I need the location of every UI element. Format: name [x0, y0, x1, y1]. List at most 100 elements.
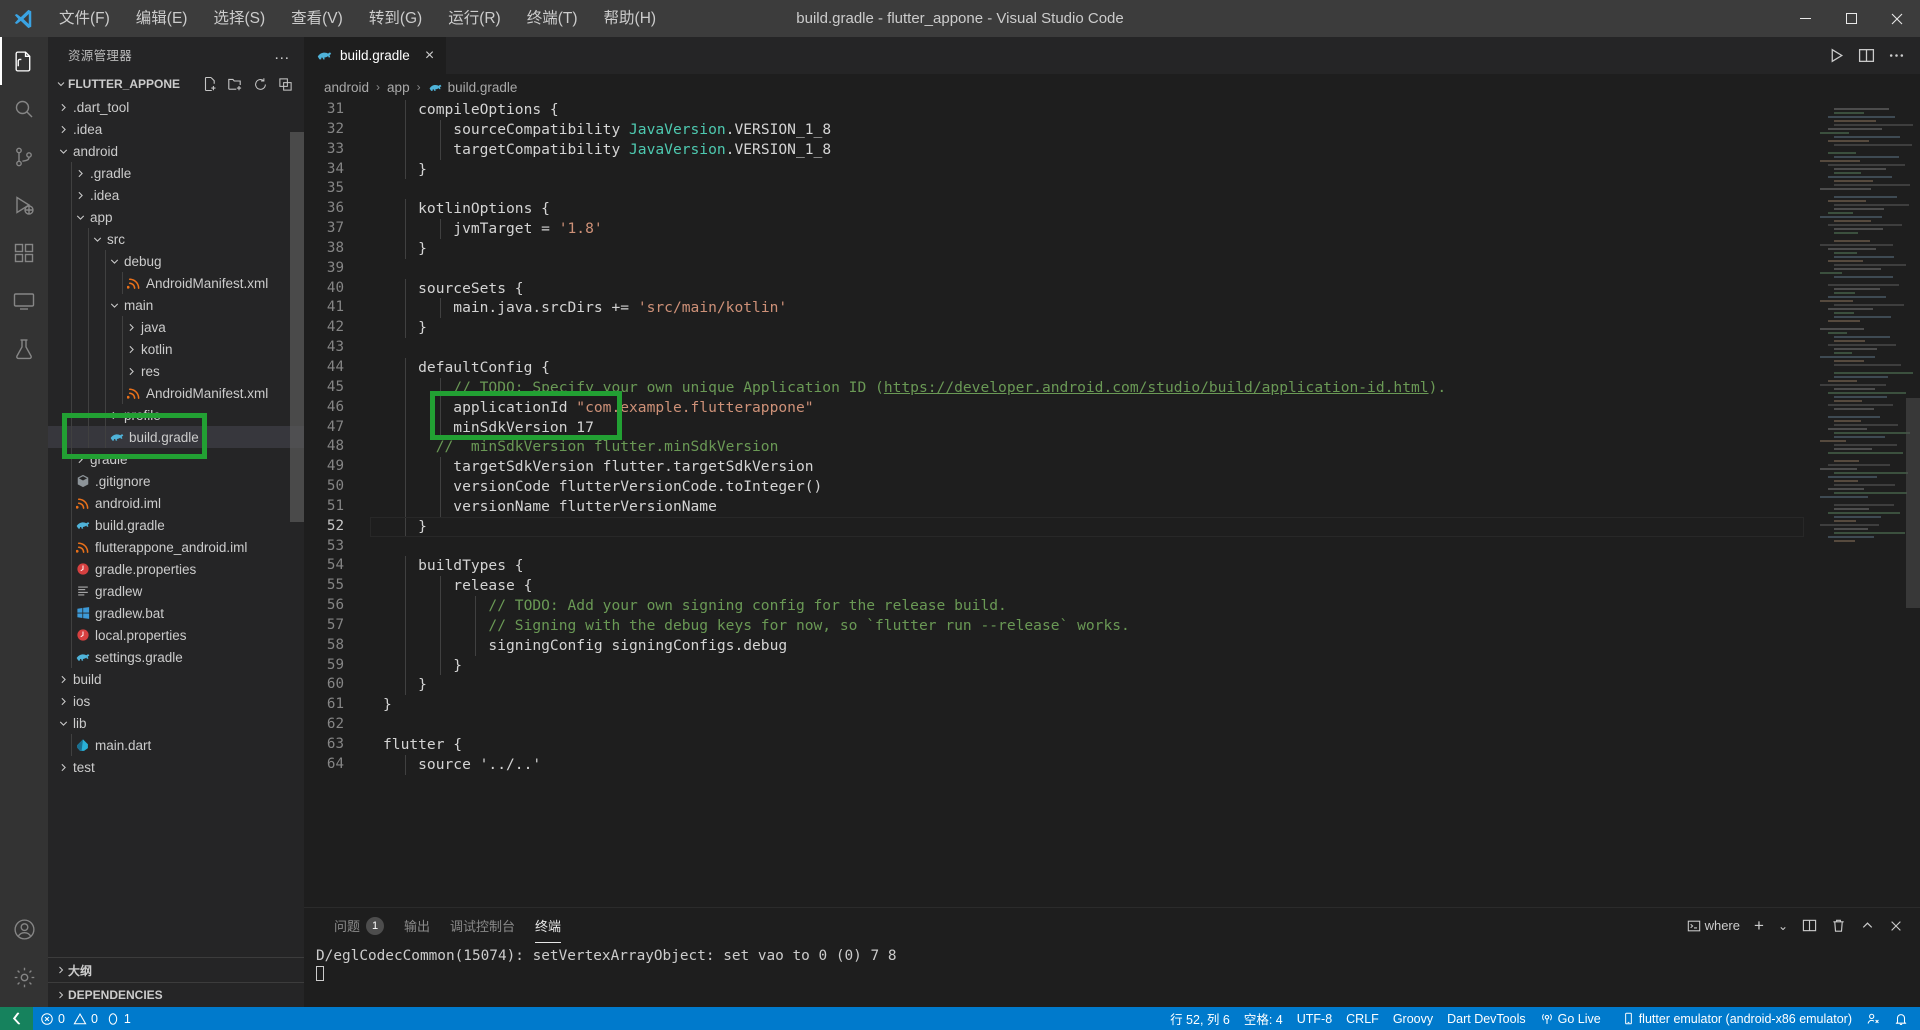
trash-icon[interactable] [1826, 915, 1851, 936]
breadcrumb-item-app[interactable]: app [387, 80, 410, 95]
code-line[interactable]: 36 kotlinOptions { [304, 199, 1816, 220]
code-line[interactable]: 45 // TODO: Specify your own unique Appl… [304, 377, 1816, 398]
code-line[interactable]: 60 } [304, 675, 1816, 696]
menu-selection[interactable]: 选择(S) [200, 0, 278, 37]
menu-file[interactable]: 文件(F) [46, 0, 123, 37]
new-terminal-button[interactable]: + [1749, 914, 1769, 937]
tree-file-settings-gradle[interactable]: settings.gradle [48, 646, 304, 668]
status-problems[interactable]: 0 0 1 [33, 1007, 138, 1030]
code-line[interactable]: 33 targetCompatibility JavaVersion.VERSI… [304, 139, 1816, 160]
tree-folder-res[interactable]: res [48, 360, 304, 382]
file-tree[interactable]: .dart_tool .idea android .gradle .idea app src… [48, 96, 304, 957]
code-line[interactable]: 52 } [304, 516, 1816, 537]
code-line[interactable]: 56 // TODO: Add your own signing config … [304, 596, 1816, 616]
code-editor[interactable]: 31 compileOptions {32 sourceCompatibilit… [304, 100, 1920, 907]
menu-run[interactable]: 运行(R) [435, 0, 514, 37]
status-dart-devtools[interactable]: Dart DevTools [1440, 1007, 1533, 1030]
tree-file-gradle-properties[interactable]: gradle.properties [48, 558, 304, 580]
panel-tab-terminal[interactable]: 终端 [525, 908, 571, 943]
chevron-up-icon[interactable] [1855, 915, 1880, 936]
tree-file-build-gradle[interactable]: build.gradle [48, 426, 304, 448]
activitybar-remote-explorer[interactable] [0, 277, 48, 325]
activitybar-explorer[interactable] [0, 37, 48, 85]
menu-terminal[interactable]: 终端(T) [514, 0, 591, 37]
code-line[interactable]: 48 // minSdkVersion flutter.minSdkVersio… [304, 437, 1816, 458]
panel-tab-output[interactable]: 输出 [394, 908, 440, 943]
code-line[interactable]: 40 sourceSets { [304, 278, 1816, 299]
terminal-shell-selector[interactable]: where [1682, 915, 1745, 936]
status-encoding[interactable]: UTF-8 [1290, 1007, 1339, 1030]
menu-view[interactable]: 查看(V) [278, 0, 356, 37]
tree-folder-debug[interactable]: debug [48, 250, 304, 272]
tree-folder-build[interactable]: build [48, 668, 304, 690]
tree-folder--dart-tool[interactable]: .dart_tool [48, 96, 304, 118]
new-folder-icon[interactable] [224, 73, 246, 95]
activitybar-testing[interactable] [0, 325, 48, 373]
panel-tab-debug-console[interactable]: 调试控制台 [440, 908, 525, 943]
tree-folder-gradle[interactable]: gradle [48, 448, 304, 470]
tree-file-main-dart[interactable]: main.dart [48, 734, 304, 756]
status-cursor-position[interactable]: 行 52, 列 6 [1163, 1007, 1237, 1030]
code-line[interactable]: 31 compileOptions { [304, 100, 1816, 120]
maximize-icon[interactable] [1828, 0, 1874, 37]
editor-scrollbar[interactable] [1906, 100, 1920, 907]
tree-folder-app[interactable]: app [48, 206, 304, 228]
activitybar-accounts[interactable] [0, 905, 48, 953]
code-lines[interactable]: 31 compileOptions {32 sourceCompatibilit… [304, 100, 1816, 775]
tree-folder--idea[interactable]: .idea [48, 184, 304, 206]
code-line[interactable]: 47 minSdkVersion 17 [304, 417, 1816, 438]
code-line[interactable]: 34 } [304, 159, 1816, 180]
activitybar-source-control[interactable] [0, 133, 48, 181]
tree-file-gradlew-bat[interactable]: gradlew.bat [48, 602, 304, 624]
code-line[interactable]: 51 versionName flutterVersionName [304, 496, 1816, 517]
code-line[interactable]: 54 buildTypes { [304, 556, 1816, 577]
tree-file-gradlew[interactable]: gradlew [48, 580, 304, 602]
code-line[interactable]: 44 defaultConfig { [304, 357, 1816, 378]
split-editor-icon[interactable] [1852, 38, 1880, 73]
run-icon[interactable] [1822, 38, 1850, 73]
explorer-project-root[interactable]: FLUTTER_APPONE [48, 72, 304, 96]
pane-dependencies[interactable]: DEPENDENCIES [48, 982, 304, 1007]
refresh-icon[interactable] [249, 73, 271, 95]
status-eol[interactable]: CRLF [1339, 1007, 1386, 1030]
code-line[interactable]: 32 sourceCompatibility JavaVersion.VERSI… [304, 119, 1816, 140]
sidebar-scroll-thumb[interactable] [290, 132, 304, 522]
tree-folder-test[interactable]: test [48, 756, 304, 778]
sidebar-scrollbar[interactable] [290, 92, 304, 947]
status-device-selector[interactable]: flutter emulator (android-x86 emulator) [1608, 1007, 1859, 1030]
code-line[interactable]: 39 [304, 259, 1816, 279]
tree-folder-profile[interactable]: profile [48, 404, 304, 426]
code-line[interactable]: 62 [304, 715, 1816, 735]
code-line[interactable]: 43 [304, 338, 1816, 358]
remote-window-indicator[interactable] [0, 1007, 33, 1030]
code-line[interactable]: 63 flutter { [304, 735, 1816, 755]
tree-file--gitignore[interactable]: .gitignore [48, 470, 304, 492]
menu-go[interactable]: 转到(G) [356, 0, 435, 37]
menu-edit[interactable]: 编辑(E) [123, 0, 201, 37]
close-icon[interactable]: × [423, 47, 436, 65]
tree-file-build-gradle[interactable]: build.gradle [48, 514, 304, 536]
code-line[interactable]: 58 signingConfig signingConfigs.debug [304, 635, 1816, 656]
panel-tab-problems[interactable]: 问题 1 [324, 908, 394, 943]
activitybar-search[interactable] [0, 85, 48, 133]
activitybar-extensions[interactable] [0, 229, 48, 277]
tree-folder-ios[interactable]: ios [48, 690, 304, 712]
breadcrumb-item-build-gradle[interactable]: build.gradle [428, 80, 517, 95]
breadcrumb-item-android[interactable]: android [324, 80, 369, 95]
code-line[interactable]: 41 main.java.srcDirs += 'src/main/kotlin… [304, 298, 1816, 319]
code-line[interactable]: 46 applicationId "com.example.flutterapp… [304, 397, 1816, 418]
code-line[interactable]: 57 // Signing with the debug keys for no… [304, 615, 1816, 636]
code-line[interactable]: 55 release { [304, 576, 1816, 597]
close-icon[interactable] [1874, 0, 1920, 37]
close-icon[interactable] [1884, 916, 1908, 936]
minimize-icon[interactable] [1782, 0, 1828, 37]
activitybar-run-and-debug[interactable] [0, 181, 48, 229]
status-indentation[interactable]: 空格: 4 [1237, 1007, 1290, 1030]
sidebar-more-actions-icon[interactable]: … [268, 46, 296, 64]
terminal-profile-chevron-down-icon[interactable]: ⌄ [1773, 916, 1793, 936]
tree-folder-lib[interactable]: lib [48, 712, 304, 734]
code-line[interactable]: 64 source '../..' [304, 754, 1816, 775]
status-language-mode[interactable]: Groovy [1386, 1007, 1440, 1030]
code-line[interactable]: 42 } [304, 318, 1816, 339]
status-notifications[interactable] [1887, 1007, 1920, 1030]
